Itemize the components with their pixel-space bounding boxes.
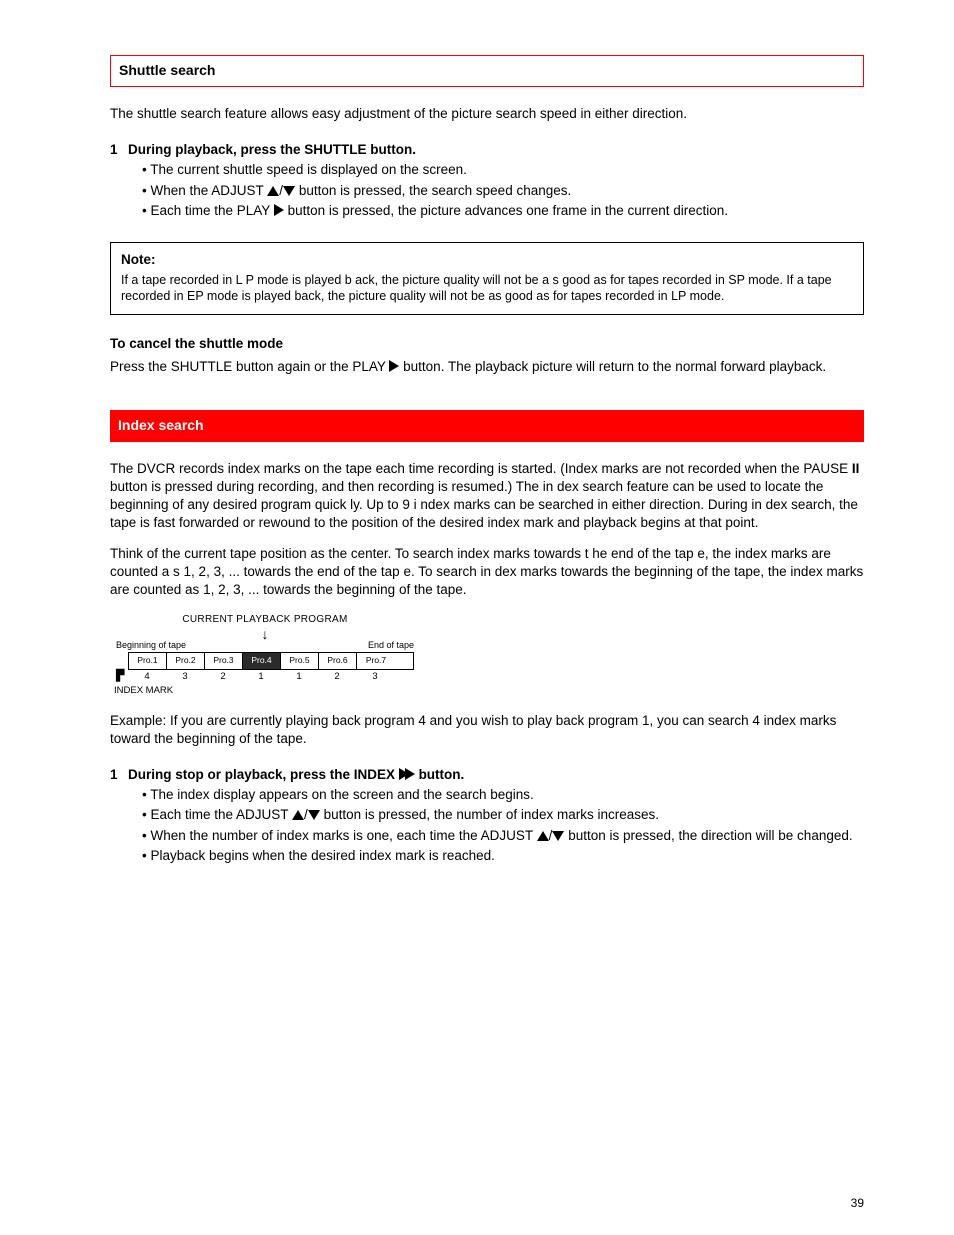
section-title-index: Index search [110, 410, 864, 442]
down-triangle-icon [283, 186, 295, 196]
num-cell: 3 [356, 671, 394, 684]
step-line: • When the number of index marks is one,… [128, 827, 864, 845]
tape-cell: Pro.2 [167, 653, 205, 669]
tape-cell: Pro.6 [319, 653, 357, 669]
shuttle-intro: The shuttle search feature allows easy a… [110, 105, 864, 123]
play-triangle-icon [405, 768, 415, 780]
step-number: 1 [110, 141, 128, 220]
step-line: • The index display appears on the scree… [128, 786, 864, 804]
step-line: • Each time the ADJUST / button is press… [128, 806, 864, 824]
num-cell: 1 [280, 671, 318, 684]
step-line: • Playback begins when the desired index… [128, 847, 864, 865]
section-title-shuttle: Shuttle search [110, 55, 864, 87]
index-diagram: CURRENT PLAYBACK PROGRAM ↓ Beginning of … [110, 613, 420, 697]
diagram-num-row: ▛ 4 3 2 1 1 2 3 [116, 671, 414, 684]
note-body: If a tape recorded in L P mode is played… [121, 273, 853, 304]
step-title: During playback, press the SHUTTLE butto… [128, 141, 864, 159]
down-triangle-icon [308, 810, 320, 820]
up-triangle-icon [267, 186, 279, 196]
num-cell: 2 [204, 671, 242, 684]
num-cell: 1 [242, 671, 280, 684]
diagram-index-label: INDEX MARK [114, 685, 420, 698]
note-box: Note: If a tape recorded in L P mode is … [110, 242, 864, 315]
num-cell: 3 [166, 671, 204, 684]
step-line: • Each time the PLAY button is pressed, … [128, 202, 864, 220]
step-number: 1 [110, 766, 128, 865]
index-intro-2: Think of the current tape position as th… [110, 545, 864, 600]
tape-cell: Pro.5 [281, 653, 319, 669]
index-intro-1: The DVCR records index marks on the tape… [110, 460, 864, 533]
down-triangle-icon [552, 831, 564, 841]
step-line: • When the ADJUST / button is pressed, t… [128, 182, 864, 200]
step-1-index: 1 During stop or playback, press the IND… [110, 766, 864, 865]
tape-cell: Pro.3 [205, 653, 243, 669]
section-title-text: Shuttle search [119, 62, 215, 78]
tape-cell: Pro.7 [357, 653, 395, 669]
num-cell: 2 [318, 671, 356, 684]
up-triangle-icon [292, 810, 304, 820]
tape-cell: Pro.1 [129, 653, 167, 669]
index-example: Example: If you are currently playing ba… [110, 712, 864, 748]
note-title: Note: [121, 251, 853, 269]
cancel-heading: To cancel the shuttle mode [110, 335, 864, 353]
play-triangle-icon [389, 360, 399, 372]
num-cell: 4 [128, 671, 166, 684]
down-arrow-icon: ↓ [110, 629, 420, 639]
step-1-shuttle: 1 During playback, press the SHUTTLE but… [110, 141, 864, 220]
step-line: • The current shuttle speed is displayed… [128, 161, 864, 179]
diagram-left-label: Beginning of tape [116, 639, 186, 651]
section-title-text: Index search [118, 417, 204, 433]
tape-cell-current: Pro.4 [243, 653, 281, 669]
flag-icon: ▛ [116, 671, 128, 681]
diagram-title: CURRENT PLAYBACK PROGRAM [110, 613, 420, 627]
page-number: 39 [851, 1195, 864, 1211]
play-triangle-icon [274, 204, 284, 216]
up-triangle-icon [537, 831, 549, 841]
diagram-right-label: End of tape [368, 639, 414, 651]
step-title: During stop or playback, press the INDEX… [128, 766, 864, 784]
cancel-body: Press the SHUTTLE button again or the PL… [110, 358, 864, 376]
diagram-tape-row: Pro.1 Pro.2 Pro.3 Pro.4 Pro.5 Pro.6 Pro.… [128, 652, 414, 670]
